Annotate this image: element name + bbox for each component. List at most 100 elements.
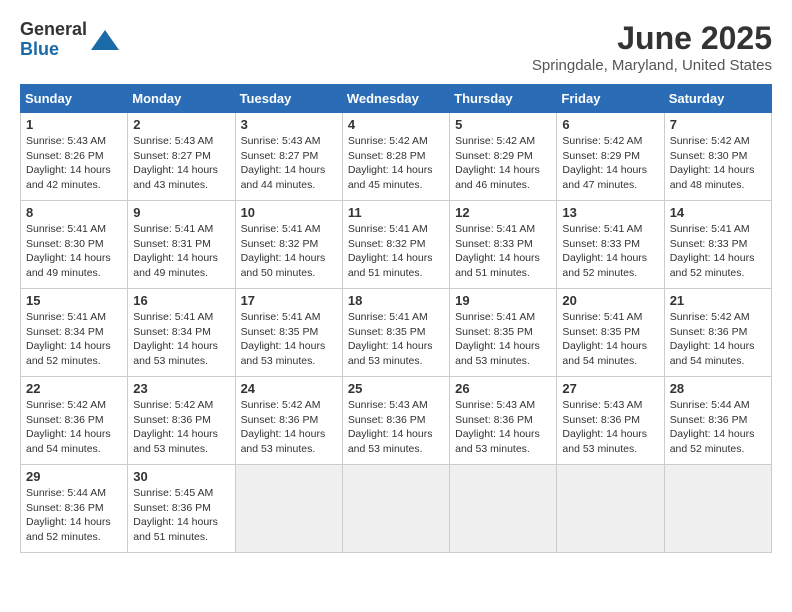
calendar-cell: 11 Sunrise: 5:41 AM Sunset: 8:32 PM Dayli…	[342, 201, 449, 289]
day-info: Sunrise: 5:41 AM Sunset: 8:30 PM Dayligh…	[26, 222, 122, 281]
day-number: 3	[241, 117, 337, 132]
calendar-cell: 1Sunrise: 5:43 AM Sunset: 8:26 PM Daylig…	[21, 113, 128, 201]
day-info: Sunrise: 5:42 AM Sunset: 8:36 PM Dayligh…	[241, 398, 337, 457]
title-block: June 2025 Springdale, Maryland, United S…	[532, 20, 772, 74]
day-number: 4	[348, 117, 444, 132]
day-info: Sunrise: 5:41 AM Sunset: 8:35 PM Dayligh…	[348, 310, 444, 369]
day-number: 10	[241, 205, 337, 220]
day-number: 29	[26, 469, 122, 484]
calendar-cell: 27 Sunrise: 5:43 AM Sunset: 8:36 PM Dayli…	[557, 377, 664, 465]
calendar-cell: 14 Sunrise: 5:41 AM Sunset: 8:33 PM Dayli…	[664, 201, 771, 289]
logo: General Blue	[20, 20, 119, 60]
day-info: Sunrise: 5:43 AM Sunset: 8:27 PM Dayligh…	[133, 134, 229, 193]
day-info: Sunrise: 5:42 AM Sunset: 8:29 PM Dayligh…	[562, 134, 658, 193]
calendar-cell: 9Sunrise: 5:41 AM Sunset: 8:31 PM Daylig…	[128, 201, 235, 289]
calendar-cell: 8 Sunrise: 5:41 AM Sunset: 8:30 PM Daylig…	[21, 201, 128, 289]
day-info: Sunrise: 5:45 AM Sunset: 8:36 PM Dayligh…	[133, 486, 229, 545]
day-number: 5	[455, 117, 551, 132]
weekday-header-row: SundayMondayTuesdayWednesdayThursdayFrid…	[21, 85, 772, 113]
week-row-1: 1Sunrise: 5:43 AM Sunset: 8:26 PM Daylig…	[21, 113, 772, 201]
day-number: 17	[241, 293, 337, 308]
day-info: Sunrise: 5:44 AM Sunset: 8:36 PM Dayligh…	[670, 398, 766, 457]
calendar-cell	[664, 465, 771, 553]
day-info: Sunrise: 5:41 AM Sunset: 8:33 PM Dayligh…	[455, 222, 551, 281]
day-info: Sunrise: 5:43 AM Sunset: 8:36 PM Dayligh…	[562, 398, 658, 457]
day-info: Sunrise: 5:42 AM Sunset: 8:28 PM Dayligh…	[348, 134, 444, 193]
weekday-header-saturday: Saturday	[664, 85, 771, 113]
calendar-cell: 18 Sunrise: 5:41 AM Sunset: 8:35 PM Dayli…	[342, 289, 449, 377]
location-subtitle: Springdale, Maryland, United States	[532, 57, 772, 74]
logo-icon	[91, 26, 119, 54]
calendar-cell: 25Sunrise: 5:43 AM Sunset: 8:36 PM Dayli…	[342, 377, 449, 465]
day-number: 11	[348, 205, 444, 220]
day-info: Sunrise: 5:42 AM Sunset: 8:36 PM Dayligh…	[133, 398, 229, 457]
day-info: Sunrise: 5:41 AM Sunset: 8:31 PM Dayligh…	[133, 222, 229, 281]
week-row-3: 15 Sunrise: 5:41 AM Sunset: 8:34 PM Dayli…	[21, 289, 772, 377]
weekday-header-monday: Monday	[128, 85, 235, 113]
calendar-cell: 5 Sunrise: 5:42 AM Sunset: 8:29 PM Daylig…	[450, 113, 557, 201]
day-info: Sunrise: 5:41 AM Sunset: 8:35 PM Dayligh…	[455, 310, 551, 369]
calendar-cell: 21 Sunrise: 5:42 AM Sunset: 8:36 PM Dayli…	[664, 289, 771, 377]
day-info: Sunrise: 5:41 AM Sunset: 8:32 PM Dayligh…	[241, 222, 337, 281]
calendar-cell: 30 Sunrise: 5:45 AM Sunset: 8:36 PM Dayli…	[128, 465, 235, 553]
day-info: Sunrise: 5:41 AM Sunset: 8:34 PM Dayligh…	[133, 310, 229, 369]
logo-blue-text: Blue	[20, 40, 87, 60]
day-info: Sunrise: 5:41 AM Sunset: 8:33 PM Dayligh…	[670, 222, 766, 281]
day-info: Sunrise: 5:44 AM Sunset: 8:36 PM Dayligh…	[26, 486, 122, 545]
day-number: 20	[562, 293, 658, 308]
calendar-cell: 20 Sunrise: 5:41 AM Sunset: 8:35 PM Dayli…	[557, 289, 664, 377]
calendar-cell: 16 Sunrise: 5:41 AM Sunset: 8:34 PM Dayli…	[128, 289, 235, 377]
day-info: Sunrise: 5:41 AM Sunset: 8:35 PM Dayligh…	[562, 310, 658, 369]
day-number: 24	[241, 381, 337, 396]
day-number: 8	[26, 205, 122, 220]
weekday-header-wednesday: Wednesday	[342, 85, 449, 113]
calendar-cell: 15 Sunrise: 5:41 AM Sunset: 8:34 PM Dayli…	[21, 289, 128, 377]
day-number: 7	[670, 117, 766, 132]
day-number: 19	[455, 293, 551, 308]
day-info: Sunrise: 5:43 AM Sunset: 8:36 PM Dayligh…	[455, 398, 551, 457]
weekday-header-sunday: Sunday	[21, 85, 128, 113]
day-number: 13	[562, 205, 658, 220]
day-number: 15	[26, 293, 122, 308]
day-info: Sunrise: 5:41 AM Sunset: 8:33 PM Dayligh…	[562, 222, 658, 281]
day-number: 27	[562, 381, 658, 396]
day-number: 6	[562, 117, 658, 132]
day-number: 23	[133, 381, 229, 396]
day-number: 12	[455, 205, 551, 220]
calendar-cell: 7 Sunrise: 5:42 AM Sunset: 8:30 PM Daylig…	[664, 113, 771, 201]
day-info: Sunrise: 5:42 AM Sunset: 8:36 PM Dayligh…	[670, 310, 766, 369]
day-info: Sunrise: 5:42 AM Sunset: 8:36 PM Dayligh…	[26, 398, 122, 457]
day-number: 21	[670, 293, 766, 308]
calendar-cell: 26 Sunrise: 5:43 AM Sunset: 8:36 PM Dayli…	[450, 377, 557, 465]
day-info: Sunrise: 5:41 AM Sunset: 8:32 PM Dayligh…	[348, 222, 444, 281]
calendar-cell: 13 Sunrise: 5:41 AM Sunset: 8:33 PM Dayli…	[557, 201, 664, 289]
calendar-cell	[450, 465, 557, 553]
logo-general-text: General	[20, 20, 87, 40]
calendar-cell: 4 Sunrise: 5:42 AM Sunset: 8:28 PM Daylig…	[342, 113, 449, 201]
week-row-2: 8 Sunrise: 5:41 AM Sunset: 8:30 PM Daylig…	[21, 201, 772, 289]
day-info: Sunrise: 5:41 AM Sunset: 8:34 PM Dayligh…	[26, 310, 122, 369]
day-number: 26	[455, 381, 551, 396]
day-number: 18	[348, 293, 444, 308]
calendar-cell: 28 Sunrise: 5:44 AM Sunset: 8:36 PM Dayli…	[664, 377, 771, 465]
calendar-cell	[557, 465, 664, 553]
day-info: Sunrise: 5:43 AM Sunset: 8:36 PM Dayligh…	[348, 398, 444, 457]
month-title: June 2025	[532, 20, 772, 57]
calendar-cell: 12 Sunrise: 5:41 AM Sunset: 8:33 PM Dayli…	[450, 201, 557, 289]
week-row-4: 22Sunrise: 5:42 AM Sunset: 8:36 PM Dayli…	[21, 377, 772, 465]
calendar-table: SundayMondayTuesdayWednesdayThursdayFrid…	[20, 84, 772, 553]
day-info: Sunrise: 5:42 AM Sunset: 8:29 PM Dayligh…	[455, 134, 551, 193]
weekday-header-thursday: Thursday	[450, 85, 557, 113]
calendar-cell: 19 Sunrise: 5:41 AM Sunset: 8:35 PM Dayli…	[450, 289, 557, 377]
weekday-header-tuesday: Tuesday	[235, 85, 342, 113]
day-info: Sunrise: 5:43 AM Sunset: 8:26 PM Dayligh…	[26, 134, 122, 193]
day-number: 14	[670, 205, 766, 220]
calendar-cell: 3Sunrise: 5:43 AM Sunset: 8:27 PM Daylig…	[235, 113, 342, 201]
day-info: Sunrise: 5:41 AM Sunset: 8:35 PM Dayligh…	[241, 310, 337, 369]
calendar-cell: 22Sunrise: 5:42 AM Sunset: 8:36 PM Dayli…	[21, 377, 128, 465]
day-info: Sunrise: 5:42 AM Sunset: 8:30 PM Dayligh…	[670, 134, 766, 193]
day-number: 30	[133, 469, 229, 484]
day-number: 16	[133, 293, 229, 308]
weekday-header-friday: Friday	[557, 85, 664, 113]
day-number: 28	[670, 381, 766, 396]
